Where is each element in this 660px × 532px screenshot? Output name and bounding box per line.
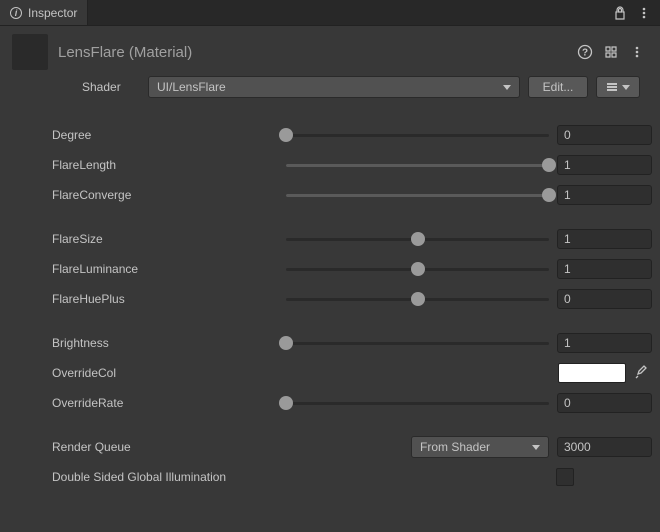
prop-label: FlareLuminance bbox=[52, 262, 286, 276]
brightness-row: Brightness 1 bbox=[52, 328, 652, 358]
chevron-down-icon bbox=[503, 85, 511, 90]
flaresize-field[interactable]: 1 bbox=[557, 229, 652, 249]
chevron-down-icon bbox=[532, 445, 540, 450]
prop-label: Double Sided Global Illumination bbox=[52, 470, 226, 484]
brightness-field[interactable]: 1 bbox=[557, 333, 652, 353]
shader-label: Shader bbox=[82, 80, 140, 94]
prop-label: FlareHuePlus bbox=[52, 292, 286, 306]
list-menu-button[interactable] bbox=[596, 76, 640, 98]
flarelength-row: FlareLength 1 bbox=[52, 150, 652, 180]
overridecol-row: OverrideCol bbox=[52, 358, 652, 388]
prop-label: Render Queue bbox=[52, 440, 286, 454]
flarelength-field[interactable]: 1 bbox=[557, 155, 652, 175]
edit-button[interactable]: Edit... bbox=[528, 76, 588, 98]
renderqueue-row: Render Queue From Shader 3000 bbox=[52, 432, 652, 462]
material-header: LensFlare (Material) ? Shader UI/LensFla… bbox=[0, 26, 660, 112]
flarehueplus-field[interactable]: 0 bbox=[557, 289, 652, 309]
flarelength-slider[interactable] bbox=[286, 155, 549, 175]
tab-label: Inspector bbox=[28, 6, 77, 20]
chevron-down-icon bbox=[622, 85, 630, 90]
brightness-slider[interactable] bbox=[286, 333, 549, 353]
shader-dropdown[interactable]: UI/LensFlare bbox=[148, 76, 520, 98]
preset-icon[interactable] bbox=[600, 41, 622, 63]
doublesided-checkbox[interactable] bbox=[556, 468, 574, 486]
overridecol-swatch[interactable] bbox=[558, 363, 626, 383]
degree-field[interactable]: 0 bbox=[557, 125, 652, 145]
inspector-tab[interactable]: i Inspector bbox=[0, 0, 88, 25]
svg-text:?: ? bbox=[582, 48, 588, 59]
help-icon[interactable]: ? bbox=[574, 41, 596, 63]
kebab-menu-icon[interactable] bbox=[634, 3, 654, 23]
overriderate-slider[interactable] bbox=[286, 393, 549, 413]
shader-value: UI/LensFlare bbox=[157, 80, 226, 94]
prop-label: FlareConverge bbox=[52, 188, 286, 202]
flareconverge-slider[interactable] bbox=[286, 185, 549, 205]
info-icon: i bbox=[10, 7, 22, 19]
flareluminance-row: FlareLuminance 1 bbox=[52, 254, 652, 284]
prop-label: Degree bbox=[52, 128, 286, 142]
degree-row: Degree 0 bbox=[52, 120, 652, 150]
flarehueplus-slider[interactable] bbox=[286, 289, 549, 309]
prop-label: OverrideCol bbox=[52, 366, 286, 380]
flareconverge-field[interactable]: 1 bbox=[557, 185, 652, 205]
flarehueplus-row: FlareHuePlus 0 bbox=[52, 284, 652, 314]
list-icon bbox=[607, 83, 617, 91]
flaresize-row: FlareSize 1 bbox=[52, 224, 652, 254]
tab-bar: i Inspector bbox=[0, 0, 660, 26]
renderqueue-dropdown[interactable]: From Shader bbox=[411, 436, 549, 458]
prop-label: OverrideRate bbox=[52, 396, 286, 410]
material-title: LensFlare (Material) bbox=[58, 44, 574, 61]
material-preview-icon[interactable] bbox=[12, 34, 48, 70]
lock-icon[interactable] bbox=[610, 3, 630, 23]
degree-slider[interactable] bbox=[286, 125, 549, 145]
prop-label: Brightness bbox=[52, 336, 286, 350]
overriderate-field[interactable]: 0 bbox=[557, 393, 652, 413]
flaresize-slider[interactable] bbox=[286, 229, 549, 249]
flareluminance-field[interactable]: 1 bbox=[557, 259, 652, 279]
prop-label: FlareLength bbox=[52, 158, 286, 172]
properties-panel: Degree 0 FlareLength 1 FlareConverge 1 F… bbox=[0, 112, 660, 492]
doublesided-row: Double Sided Global Illumination bbox=[52, 462, 652, 492]
flareconverge-row: FlareConverge 1 bbox=[52, 180, 652, 210]
kebab-menu-icon[interactable] bbox=[626, 41, 648, 63]
flareluminance-slider[interactable] bbox=[286, 259, 549, 279]
overriderate-row: OverrideRate 0 bbox=[52, 388, 652, 418]
renderqueue-field[interactable]: 3000 bbox=[557, 437, 652, 457]
prop-label: FlareSize bbox=[52, 232, 286, 246]
eyedropper-icon[interactable] bbox=[630, 362, 652, 384]
